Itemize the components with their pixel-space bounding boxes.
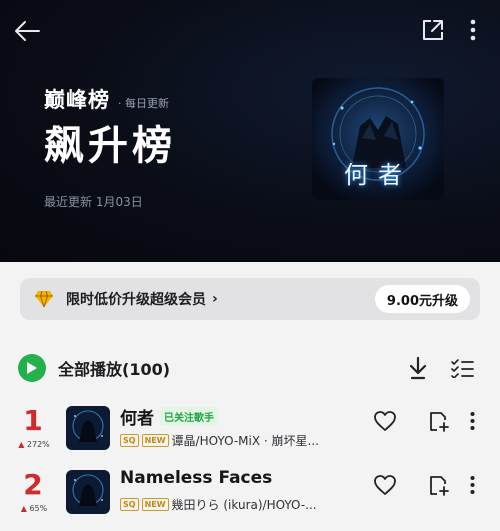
song-more-button[interactable] — [464, 408, 480, 434]
play-all-label[interactable]: 全部播放(100) — [58, 356, 170, 380]
download-button[interactable] — [404, 352, 432, 384]
song-title[interactable]: Nameless Faces — [120, 468, 272, 488]
play-all-row: 全部播放(100) — [18, 352, 482, 384]
song-title-line: Nameless Faces — [120, 468, 272, 488]
thumbnail-art — [66, 406, 110, 450]
followed-artist-tag: 已关注歌手 — [160, 407, 218, 426]
diamond-icon — [35, 290, 53, 308]
like-button[interactable] — [372, 472, 398, 498]
cover-caption: 何者 — [344, 161, 412, 189]
rank-trend: ▲ 272% — [14, 440, 54, 449]
page-title: 飙升榜 — [44, 123, 176, 169]
song-row[interactable]: 1 ▲ 272% 何者 已关注歌手 SQ NEW 谭晶/HOYO-MiX · 崩… — [0, 404, 500, 462]
add-to-playlist-button[interactable] — [426, 408, 452, 434]
more-vertical-icon — [470, 19, 476, 41]
brand-title: 巅峰榜 — [44, 88, 110, 112]
heart-icon — [374, 475, 396, 495]
thumbnail-art — [66, 470, 110, 514]
song-meta: SQ NEW 谭晶/HOYO-MiX · 崩坏星... — [120, 432, 356, 449]
song-title-line: 何者 已关注歌手 — [120, 404, 218, 429]
rank-trend: ▲ 65% — [14, 504, 54, 513]
share-button[interactable] — [418, 14, 448, 46]
multi-select-button[interactable] — [448, 352, 476, 384]
song-artist[interactable]: 幾田りら (ikura)/HOYO-... — [172, 496, 317, 513]
trend-percent: 65% — [29, 504, 48, 513]
download-icon — [409, 356, 427, 380]
add-to-playlist-button[interactable] — [426, 472, 452, 498]
vip-upgrade-button[interactable]: 9.00元升级 — [374, 285, 470, 313]
more-vertical-icon — [470, 412, 474, 430]
share-icon — [423, 20, 443, 40]
add-to-playlist-icon — [430, 476, 449, 496]
sq-badge: SQ — [120, 434, 139, 447]
rank-number: 2 — [23, 468, 43, 501]
new-badge: NEW — [141, 498, 169, 511]
back-arrow-icon — [15, 21, 40, 41]
new-badge: NEW — [141, 434, 169, 447]
song-thumbnail[interactable] — [66, 470, 110, 514]
like-button[interactable] — [372, 408, 398, 434]
back-button[interactable] — [10, 14, 44, 48]
add-to-playlist-icon — [430, 412, 449, 432]
multi-select-icon — [451, 359, 474, 378]
song-thumbnail[interactable] — [66, 406, 110, 450]
song-artist[interactable]: 谭晶/HOYO-MiX · 崩坏星... — [172, 432, 319, 449]
song-row[interactable]: 2 ▲ 65% Nameless Faces SQ NEW 幾田りら (ikur… — [0, 468, 500, 526]
chevron-right-icon: › — [212, 291, 218, 307]
trend-up-icon: ▲ — [20, 504, 27, 513]
trend-percent: 272% — [26, 440, 50, 449]
more-button[interactable] — [462, 14, 484, 46]
vip-banner-text: 限时低价升级超级会员 — [66, 292, 206, 308]
song-title[interactable]: 何者 — [120, 404, 154, 429]
brand-line: 巅峰榜 · 每日更新 — [44, 84, 169, 114]
vip-upgrade-banner[interactable]: 限时低价升级超级会员 › 9.00元升级 — [20, 278, 480, 320]
trend-up-icon: ▲ — [18, 440, 25, 449]
heart-icon — [374, 411, 396, 431]
song-more-button[interactable] — [464, 472, 480, 498]
chart-cover-art[interactable]: 何者 — [312, 78, 444, 200]
song-meta: SQ NEW 幾田りら (ikura)/HOYO-... — [120, 496, 356, 513]
sq-badge: SQ — [120, 498, 139, 511]
brand-subtitle: · 每日更新 — [118, 97, 169, 110]
more-vertical-icon — [470, 476, 474, 494]
play-all-button[interactable] — [18, 354, 46, 382]
chart-header: 巅峰榜 · 每日更新 飙升榜 最近更新 1月03日 何者 — [0, 0, 500, 262]
rank-number: 1 — [23, 404, 43, 437]
update-date: 最近更新 1月03日 — [44, 195, 143, 209]
play-icon — [27, 362, 37, 374]
